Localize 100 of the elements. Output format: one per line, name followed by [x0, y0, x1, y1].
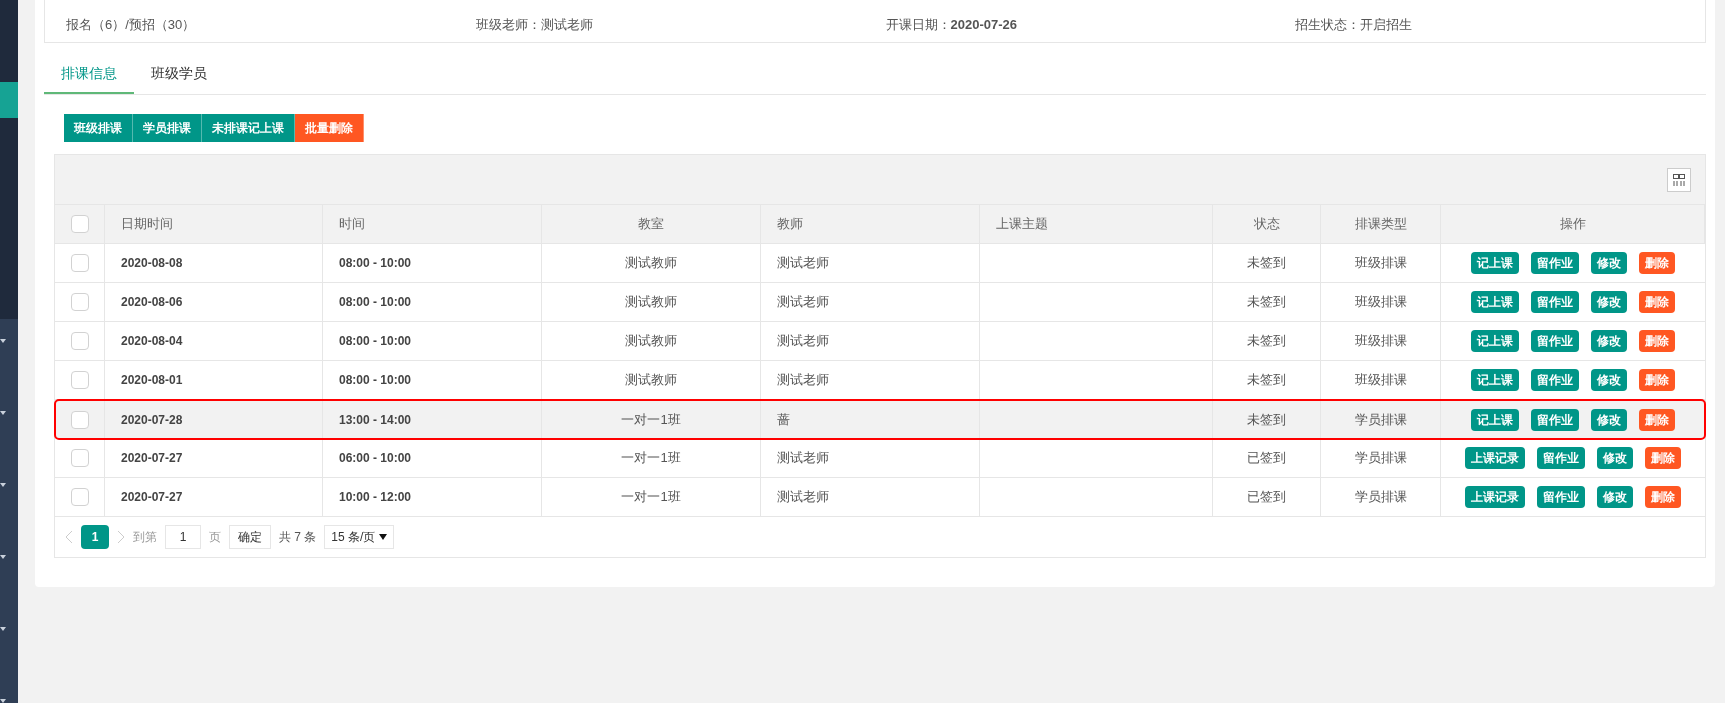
action-button[interactable]: 记上课 [1471, 252, 1519, 274]
checkbox[interactable] [70, 332, 89, 350]
toolbar-button[interactable]: 批量删除 [295, 114, 364, 142]
table-cell-text: 10:00 - 12:00 [339, 489, 412, 506]
page-button[interactable]: 1 [81, 525, 109, 549]
table-cell-text: 蔷 [777, 410, 790, 429]
action-button[interactable]: 留作业 [1531, 369, 1579, 391]
columns-button[interactable] [1667, 167, 1691, 192]
caret-icon[interactable] [0, 411, 6, 415]
checkbox[interactable] [70, 293, 89, 311]
table-row[interactable]: 2020-08-04 08:00 - 10:00 测试教师 测试老师 未签到 班级排课 记上课 留作业 修改 删除 [55, 322, 1705, 361]
action-button[interactable]: 留作业 [1531, 330, 1579, 352]
action-button[interactable]: 留作业 [1537, 486, 1585, 508]
action-button[interactable]: 留作业 [1537, 447, 1585, 469]
confirm-button[interactable]: 确定 [229, 525, 271, 549]
table-cell-text: 已签到 [1247, 488, 1286, 507]
action-button[interactable]: 留作业 [1531, 252, 1579, 274]
column-header: 状态 [1213, 205, 1321, 243]
page-size-select[interactable]: 15 条/页 [324, 525, 395, 549]
table-cell-text: 测试教师 [625, 293, 677, 312]
info-text: 招生状态：开启招生 [1295, 15, 1414, 34]
checkbox[interactable] [70, 488, 89, 506]
action-button[interactable]: 留作业 [1531, 291, 1579, 313]
column-header: 教师 [761, 205, 980, 243]
sidebar-active-item[interactable] [0, 82, 18, 118]
table-cell-text: 06:00 - 10:00 [339, 450, 412, 467]
action-button[interactable]: 留作业 [1531, 408, 1579, 431]
action-button[interactable]: 修改 [1591, 408, 1627, 431]
table-cell-text: 已签到 [1247, 449, 1286, 468]
action-button[interactable]: 修改 [1597, 447, 1633, 469]
table-cell-text: 班级排课 [1354, 371, 1407, 390]
action-button[interactable]: 记上课 [1471, 369, 1519, 391]
table-cell-text: 学员排课 [1354, 449, 1407, 468]
action-button[interactable]: 修改 [1591, 330, 1627, 352]
table-cell-text: 测试老师 [777, 332, 829, 351]
checkbox[interactable] [70, 254, 89, 272]
total-count: 共 7 条 [279, 529, 317, 546]
table-cell-text: 一对一1班 [621, 410, 681, 429]
table-cell-text: 测试教师 [625, 332, 677, 351]
table-cell-text: 08:00 - 10:00 [339, 372, 412, 389]
action-button[interactable]: 删除 [1639, 252, 1675, 274]
caret-icon[interactable] [0, 699, 6, 703]
action-button[interactable]: 修改 [1591, 369, 1627, 391]
checkbox[interactable] [70, 410, 89, 429]
action-button[interactable]: 记上课 [1471, 408, 1519, 431]
action-button[interactable]: 修改 [1597, 486, 1633, 508]
page-unit: 页 [209, 529, 221, 546]
table-cell-text: 测试教师 [625, 254, 677, 273]
caret-icon[interactable] [0, 339, 6, 343]
column-header: 操作 [1441, 205, 1705, 243]
table-cell-text: 未签到 [1247, 293, 1286, 312]
columns-icon [1672, 172, 1686, 187]
table-row[interactable]: 2020-08-08 08:00 - 10:00 测试教师 测试老师 未签到 班级排课 记上课 留作业 修改 删除 [55, 244, 1705, 283]
table-cell-text: 未签到 [1247, 371, 1286, 390]
table-cell-text: 08:00 - 10:00 [339, 255, 412, 272]
table-cell-text: 13:00 - 14:00 [339, 411, 412, 429]
info-text: 开课日期：2020-07-26 [885, 15, 1018, 34]
table-cell-text: 测试老师 [777, 488, 829, 507]
table-row[interactable]: 2020-07-28 13:00 - 14:00 一对一1班 蔷 未签到 学员排课 记上课 留作业 修改 删除 [55, 400, 1705, 439]
action-button[interactable]: 记上课 [1471, 291, 1519, 313]
action-button[interactable]: 删除 [1639, 291, 1675, 313]
action-button[interactable]: 删除 [1639, 408, 1675, 431]
checkbox[interactable] [70, 449, 89, 467]
table-cell-text: 测试老师 [777, 254, 829, 273]
table-cell-text: 一对一1班 [621, 449, 681, 468]
tab[interactable]: 班级学员 [134, 54, 224, 94]
chevron-left-icon[interactable] [65, 530, 73, 544]
chevron-right-icon[interactable] [117, 530, 125, 544]
checkbox[interactable] [70, 215, 89, 233]
goto-label: 到第 [133, 529, 157, 546]
column-header: 教室 [542, 205, 761, 243]
table-cell-text: 一对一1班 [621, 488, 681, 507]
checkbox[interactable] [70, 371, 89, 389]
toolbar-button[interactable]: 未排课记上课 [202, 114, 295, 142]
table-cell-text: 测试老师 [777, 371, 829, 390]
action-button[interactable]: 记上课 [1471, 330, 1519, 352]
table-row[interactable]: 2020-07-27 06:00 - 10:00 一对一1班 测试老师 已签到 学员排课 上课记录 留作业 修改 删除 [55, 439, 1705, 478]
action-button[interactable]: 修改 [1591, 291, 1627, 313]
table-cell-text: 2020-08-08 [121, 255, 183, 272]
action-button[interactable]: 删除 [1645, 447, 1681, 469]
caret-icon[interactable] [0, 483, 6, 487]
action-button[interactable]: 上课记录 [1465, 486, 1525, 508]
table-cell-text: 08:00 - 10:00 [339, 333, 412, 350]
table-cell-text: 2020-07-27 [121, 489, 183, 506]
action-button[interactable]: 删除 [1639, 330, 1675, 352]
caret-icon[interactable] [0, 627, 6, 631]
table-cell-text: 测试老师 [777, 449, 829, 468]
tab[interactable]: 排课信息 [44, 54, 134, 94]
toolbar-button[interactable]: 班级排课 [64, 114, 133, 142]
table-cell-text: 2020-08-06 [121, 294, 183, 311]
action-button[interactable]: 上课记录 [1465, 447, 1525, 469]
caret-icon[interactable] [0, 555, 6, 559]
action-button[interactable]: 修改 [1591, 252, 1627, 274]
table-row[interactable]: 2020-08-06 08:00 - 10:00 测试教师 测试老师 未签到 班级排课 记上课 留作业 修改 删除 [55, 283, 1705, 322]
action-button[interactable]: 删除 [1645, 486, 1681, 508]
page-input[interactable]: 1 [165, 525, 201, 549]
table-row[interactable]: 2020-07-27 10:00 - 12:00 一对一1班 测试老师 已签到 学员排课 上课记录 留作业 修改 删除 [55, 478, 1705, 517]
table-cell-text: 班级排课 [1354, 254, 1407, 273]
toolbar-button[interactable]: 学员排课 [133, 114, 202, 142]
action-button[interactable]: 删除 [1639, 369, 1675, 391]
